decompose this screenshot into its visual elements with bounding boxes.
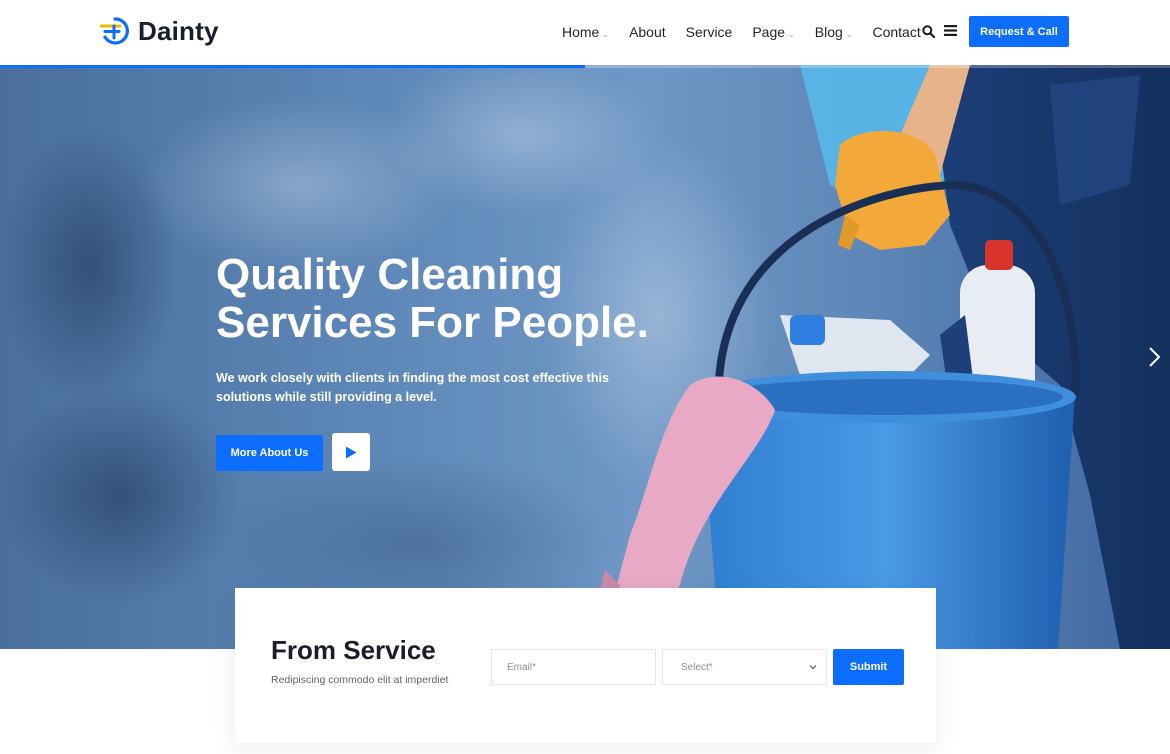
nav-item-label: Blog: [814, 24, 843, 40]
chevron-right-icon[interactable]: [1148, 346, 1162, 368]
nav-item-label: Contact: [872, 24, 921, 40]
nav-item-page[interactable]: Page ⌄: [752, 24, 794, 40]
hero-title-line: Services For People.: [216, 298, 649, 347]
service-select-value: Select*: [681, 661, 713, 673]
nav-item-blog[interactable]: Blog ⌄: [815, 24, 853, 40]
nav-item-label: Page: [752, 24, 786, 40]
hero-title: Quality Cleaning Services For People.: [216, 251, 736, 347]
search-icon[interactable]: [922, 25, 935, 38]
chevron-down-icon: [809, 665, 817, 670]
logo-text: Dainty: [138, 15, 219, 46]
hero-slider: Quality Cleaning Services For People. We…: [0, 65, 1170, 649]
more-about-us-button[interactable]: More About Us: [216, 435, 323, 471]
hero-description: We work closely with clients in finding …: [216, 369, 616, 407]
play-icon: [346, 446, 357, 458]
nav-item-service[interactable]: Service: [686, 24, 733, 40]
nav-item-home[interactable]: Home ⌄: [562, 24, 609, 40]
nav-item-about[interactable]: About: [629, 24, 666, 40]
dainty-logo-icon: [100, 17, 129, 45]
chevron-down-icon: ⌄: [845, 29, 853, 39]
nav-item-label: Service: [685, 24, 733, 40]
hero-background-image: [0, 65, 1170, 649]
play-video-button[interactable]: [332, 433, 370, 471]
service-select[interactable]: Select*: [662, 649, 827, 685]
hamburger-menu-icon[interactable]: [944, 25, 957, 36]
request-call-button[interactable]: Request & Call: [969, 16, 1069, 47]
hero-description-line: solutions while still providing a level.: [216, 390, 437, 404]
chevron-down-icon: ⌄: [602, 29, 610, 39]
service-form-card: From Service Redipiscing commodo elit at…: [235, 588, 936, 743]
site-header: Dainty Home ⌄ About Service Page ⌄ Blog …: [0, 0, 1170, 65]
slide-progress-bar: [0, 65, 585, 68]
service-form-title: From Service: [271, 635, 436, 665]
email-field[interactable]: [491, 649, 656, 685]
nav-item-label: About: [629, 24, 666, 40]
logo[interactable]: Dainty: [100, 15, 219, 47]
hero-description-line: We work closely with clients in finding …: [216, 371, 609, 385]
hero-title-line: Quality Cleaning: [216, 250, 564, 299]
main-nav: Home ⌄ About Service Page ⌄ Blog ⌄ Conta…: [562, 22, 921, 42]
service-form-subtitle: Redipiscing commodo elit at imperdiet: [271, 674, 449, 686]
submit-button[interactable]: Submit: [833, 649, 904, 685]
nav-item-label: Home: [562, 24, 600, 40]
nav-item-contact[interactable]: Contact: [872, 24, 920, 40]
chevron-down-icon: ⌄: [788, 29, 795, 39]
